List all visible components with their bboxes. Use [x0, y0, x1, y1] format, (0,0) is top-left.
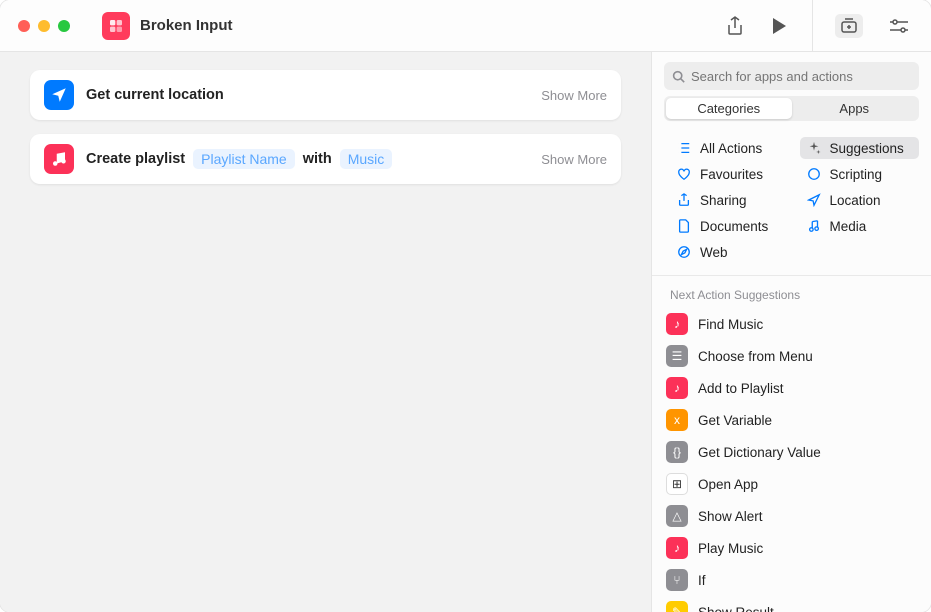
suggestion-label: Play Music	[698, 541, 763, 556]
shortcut-app-icon	[102, 12, 130, 40]
param-text: with	[303, 151, 332, 167]
suggestion-label: If	[698, 573, 706, 588]
suggestion-item[interactable]: ⑂ If	[652, 564, 931, 596]
tab-apps[interactable]: Apps	[792, 98, 918, 119]
category-all-actions[interactable]: All Actions	[670, 137, 790, 159]
action-title: Get current location	[86, 87, 224, 103]
category-label: Suggestions	[830, 141, 904, 156]
category-sharing[interactable]: Sharing	[670, 189, 790, 211]
suggestion-label: Show Alert	[698, 509, 763, 524]
param-token[interactable]: Music	[340, 149, 393, 169]
suggestion-label: Choose from Menu	[698, 349, 813, 364]
category-label: Favourites	[700, 167, 763, 182]
action-card[interactable]: Get current location Show More	[30, 70, 621, 120]
suggestion-icon: x	[666, 409, 688, 431]
location-icon	[806, 192, 822, 208]
share-up-icon	[676, 192, 692, 208]
suggestion-icon: ⑂	[666, 569, 688, 591]
tab-categories[interactable]: Categories	[666, 98, 792, 119]
suggestion-label: Add to Playlist	[698, 381, 784, 396]
category-label: Scripting	[830, 167, 883, 182]
library-mode-segmented: Categories Apps	[664, 96, 919, 121]
category-label: Web	[700, 245, 728, 260]
suggestion-icon: ✎	[666, 601, 688, 612]
category-label: All Actions	[700, 141, 762, 156]
suggestion-icon: ☰	[666, 345, 688, 367]
category-media[interactable]: Media	[800, 215, 920, 237]
suggestion-item[interactable]: ♪ Play Music	[652, 532, 931, 564]
suggestions-header: Next Action Suggestions	[652, 284, 931, 308]
category-label: Documents	[700, 219, 768, 234]
param-token[interactable]: Playlist Name	[193, 149, 295, 169]
category-label: Location	[830, 193, 881, 208]
music-note-icon	[44, 144, 74, 174]
suggestion-item[interactable]: x Get Variable	[652, 404, 931, 436]
share-button[interactable]	[724, 15, 746, 37]
action-title: Create playlist	[86, 151, 185, 167]
zoom-window-button[interactable]	[58, 20, 70, 32]
action-content: Get current location	[86, 87, 224, 103]
category-label: Media	[830, 219, 867, 234]
suggestion-item[interactable]: ♪ Add to Playlist	[652, 372, 931, 404]
category-suggestions[interactable]: Suggestions	[800, 137, 920, 159]
suggestion-icon: ♪	[666, 537, 688, 559]
suggestion-item[interactable]: ⊞ Open App	[652, 468, 931, 500]
media-icon	[806, 218, 822, 234]
category-documents[interactable]: Documents	[670, 215, 790, 237]
document-icon	[676, 218, 692, 234]
location-arrow-icon	[44, 80, 74, 110]
heart-icon	[676, 166, 692, 182]
suggestion-item[interactable]: ♪ Find Music	[652, 308, 931, 340]
show-more-button[interactable]: Show More	[531, 152, 607, 167]
sparkle-icon	[806, 140, 822, 156]
window-title: Broken Input	[140, 17, 233, 34]
category-favourites[interactable]: Favourites	[670, 163, 790, 185]
category-scripting[interactable]: Scripting	[800, 163, 920, 185]
suggestion-icon: △	[666, 505, 688, 527]
show-more-button[interactable]: Show More	[531, 88, 607, 103]
suggestion-label: Get Dictionary Value	[698, 445, 821, 460]
scripting-icon	[806, 166, 822, 182]
toolbar-divider	[812, 0, 813, 52]
list-icon	[676, 140, 692, 156]
workflow-canvas[interactable]: Get current locationShow MoreCreate play…	[0, 52, 651, 612]
suggestion-item[interactable]: ☰ Choose from Menu	[652, 340, 931, 372]
suggestion-label: Show Result	[698, 605, 774, 612]
suggestion-icon: ♪	[666, 377, 688, 399]
suggestion-item[interactable]: {} Get Dictionary Value	[652, 436, 931, 468]
run-button[interactable]	[768, 15, 790, 37]
search-input[interactable]	[691, 69, 911, 84]
category-web[interactable]: Web	[670, 241, 790, 263]
search-actions-field[interactable]	[664, 62, 919, 90]
category-label: Sharing	[700, 193, 747, 208]
suggestion-label: Find Music	[698, 317, 763, 332]
suggestion-icon: ⊞	[666, 473, 688, 495]
suggestion-item[interactable]: ✎ Show Result	[652, 596, 931, 612]
suggestion-label: Get Variable	[698, 413, 772, 428]
action-card[interactable]: Create playlist Playlist Name with Music Sho…	[30, 134, 621, 184]
library-toggle-button[interactable]	[835, 14, 863, 38]
suggestion-icon: {}	[666, 441, 688, 463]
action-library-sidebar: Categories Apps All Actions Suggestions Fa…	[651, 52, 931, 612]
minimize-window-button[interactable]	[38, 20, 50, 32]
close-window-button[interactable]	[18, 20, 30, 32]
category-location[interactable]: Location	[800, 189, 920, 211]
suggestion-item[interactable]: △ Show Alert	[652, 500, 931, 532]
safari-icon	[676, 244, 692, 260]
settings-toggle-button[interactable]	[885, 14, 913, 38]
suggestion-icon: ♪	[666, 313, 688, 335]
action-content: Create playlist Playlist Name with Music	[86, 149, 392, 169]
suggestion-label: Open App	[698, 477, 758, 492]
